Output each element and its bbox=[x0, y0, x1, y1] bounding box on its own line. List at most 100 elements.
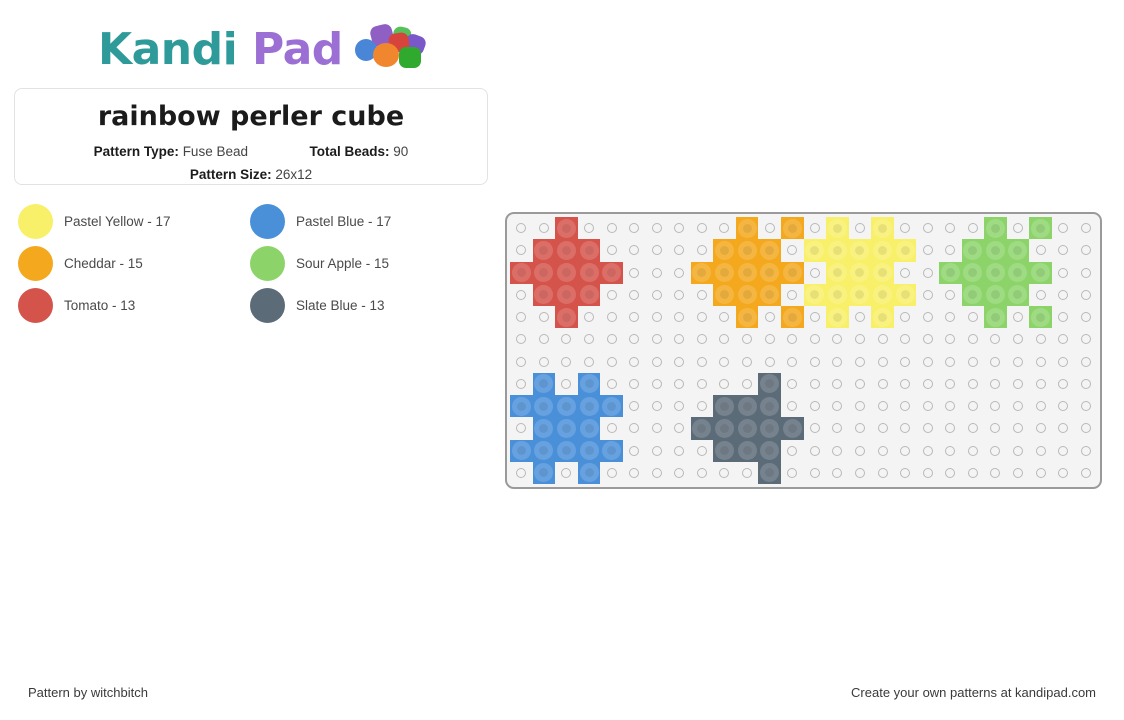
peg-empty[interactable] bbox=[804, 417, 827, 439]
peg-empty[interactable] bbox=[781, 395, 804, 417]
peg-empty[interactable] bbox=[1029, 328, 1052, 350]
bead-tomato[interactable] bbox=[577, 261, 601, 284]
bead-sour-apple[interactable] bbox=[984, 239, 1007, 262]
peg-empty[interactable] bbox=[600, 462, 623, 484]
peg-empty[interactable] bbox=[1029, 239, 1052, 261]
peg-empty[interactable] bbox=[578, 306, 601, 328]
peg-empty[interactable] bbox=[1074, 262, 1097, 284]
bead-cheddar[interactable] bbox=[713, 261, 736, 284]
peg-empty[interactable] bbox=[1007, 373, 1030, 395]
peg-empty[interactable] bbox=[962, 395, 985, 417]
peg-empty[interactable] bbox=[939, 284, 962, 306]
bead-pastel-yellow[interactable] bbox=[826, 217, 849, 240]
peg-empty[interactable] bbox=[1052, 462, 1075, 484]
peg-empty[interactable] bbox=[758, 306, 781, 328]
peg-empty[interactable] bbox=[1074, 217, 1097, 239]
bead-pastel-blue[interactable] bbox=[600, 439, 623, 462]
bead-sour-apple[interactable] bbox=[1006, 283, 1030, 306]
peg-empty[interactable] bbox=[645, 417, 668, 439]
peg-empty[interactable] bbox=[849, 417, 872, 439]
peg-empty[interactable] bbox=[691, 284, 714, 306]
peg-empty[interactable] bbox=[871, 395, 894, 417]
peg-empty[interactable] bbox=[668, 217, 691, 239]
peg-empty[interactable] bbox=[894, 440, 917, 462]
peg-empty[interactable] bbox=[1007, 395, 1030, 417]
bead-sour-apple[interactable] bbox=[984, 217, 1007, 240]
bead-cheddar[interactable] bbox=[713, 283, 736, 306]
peg-empty[interactable] bbox=[578, 217, 601, 239]
peg-empty[interactable] bbox=[1074, 373, 1097, 395]
peg-empty[interactable] bbox=[758, 351, 781, 373]
peg-empty[interactable] bbox=[645, 217, 668, 239]
peg-empty[interactable] bbox=[1029, 440, 1052, 462]
peg-empty[interactable] bbox=[849, 440, 872, 462]
peg-empty[interactable] bbox=[1029, 417, 1052, 439]
peg-empty[interactable] bbox=[555, 351, 578, 373]
bead-pastel-blue[interactable] bbox=[532, 372, 556, 395]
bead-pastel-blue[interactable] bbox=[555, 417, 578, 440]
bead-sour-apple[interactable] bbox=[938, 261, 962, 284]
peg-empty[interactable] bbox=[510, 284, 533, 306]
peg-empty[interactable] bbox=[668, 328, 691, 350]
bead-cheddar[interactable] bbox=[735, 217, 759, 240]
peg-empty[interactable] bbox=[804, 217, 827, 239]
bead-pastel-blue[interactable] bbox=[532, 395, 556, 418]
peg-empty[interactable] bbox=[1029, 395, 1052, 417]
peg-empty[interactable] bbox=[781, 239, 804, 261]
peg-empty[interactable] bbox=[804, 440, 827, 462]
peg-empty[interactable] bbox=[1029, 284, 1052, 306]
peg-empty[interactable] bbox=[758, 217, 781, 239]
peg-empty[interactable] bbox=[713, 306, 736, 328]
peg-empty[interactable] bbox=[668, 395, 691, 417]
peg-empty[interactable] bbox=[849, 328, 872, 350]
peg-empty[interactable] bbox=[623, 395, 646, 417]
peg-empty[interactable] bbox=[849, 306, 872, 328]
peg-empty[interactable] bbox=[510, 306, 533, 328]
peg-empty[interactable] bbox=[713, 462, 736, 484]
bead-pastel-blue[interactable] bbox=[577, 439, 601, 462]
peg-empty[interactable] bbox=[510, 462, 533, 484]
peg-empty[interactable] bbox=[962, 328, 985, 350]
peg-empty[interactable] bbox=[962, 373, 985, 395]
bead-tomato[interactable] bbox=[577, 283, 601, 306]
peg-empty[interactable] bbox=[1052, 440, 1075, 462]
pegboard[interactable] bbox=[505, 212, 1102, 489]
peg-empty[interactable] bbox=[668, 373, 691, 395]
bead-tomato[interactable] bbox=[532, 239, 556, 262]
peg-empty[interactable] bbox=[668, 417, 691, 439]
peg-empty[interactable] bbox=[1052, 417, 1075, 439]
peg-empty[interactable] bbox=[623, 417, 646, 439]
peg-empty[interactable] bbox=[962, 462, 985, 484]
bead-pastel-blue[interactable] bbox=[532, 439, 556, 462]
peg-empty[interactable] bbox=[1052, 217, 1075, 239]
peg-empty[interactable] bbox=[849, 462, 872, 484]
peg-empty[interactable] bbox=[691, 373, 714, 395]
peg-empty[interactable] bbox=[623, 262, 646, 284]
peg-empty[interactable] bbox=[962, 417, 985, 439]
bead-pastel-blue[interactable] bbox=[532, 417, 556, 440]
bead-pastel-yellow[interactable] bbox=[826, 306, 849, 329]
bead-sour-apple[interactable] bbox=[961, 261, 985, 284]
peg-empty[interactable] bbox=[849, 351, 872, 373]
peg-empty[interactable] bbox=[1052, 351, 1075, 373]
peg-empty[interactable] bbox=[645, 440, 668, 462]
bead-slate-blue[interactable] bbox=[758, 439, 781, 462]
peg-empty[interactable] bbox=[1029, 373, 1052, 395]
bead-tomato[interactable] bbox=[532, 283, 556, 306]
peg-empty[interactable] bbox=[736, 328, 759, 350]
bead-slate-blue[interactable] bbox=[758, 417, 781, 440]
peg-empty[interactable] bbox=[1074, 328, 1097, 350]
peg-empty[interactable] bbox=[713, 351, 736, 373]
bead-pastel-yellow[interactable] bbox=[871, 261, 894, 284]
peg-empty[interactable] bbox=[826, 462, 849, 484]
bead-sour-apple[interactable] bbox=[1029, 261, 1052, 284]
bead-sour-apple[interactable] bbox=[961, 239, 985, 262]
peg-empty[interactable] bbox=[1052, 328, 1075, 350]
bead-pastel-yellow[interactable] bbox=[893, 239, 917, 262]
peg-empty[interactable] bbox=[894, 351, 917, 373]
peg-empty[interactable] bbox=[1074, 440, 1097, 462]
peg-empty[interactable] bbox=[623, 306, 646, 328]
peg-empty[interactable] bbox=[916, 328, 939, 350]
peg-empty[interactable] bbox=[600, 239, 623, 261]
bead-sour-apple[interactable] bbox=[984, 261, 1007, 284]
